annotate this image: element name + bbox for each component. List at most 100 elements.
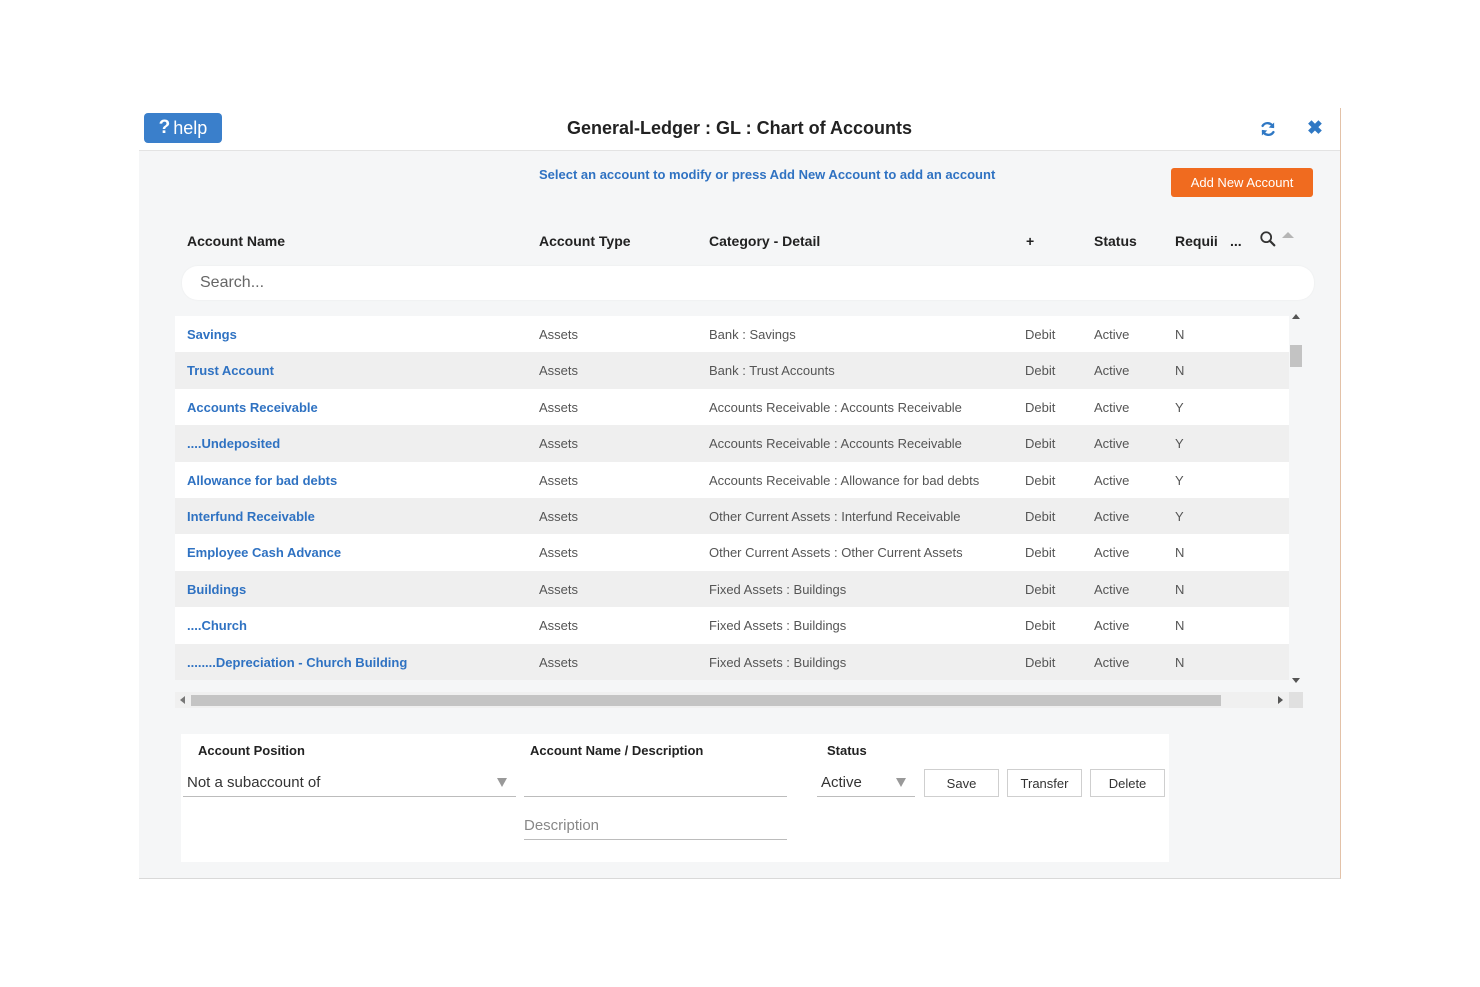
scroll-right-icon[interactable] (1278, 696, 1283, 704)
table-row[interactable]: ....Church Assets Fixed Assets : Buildings… (175, 607, 1289, 644)
column-header-required[interactable]: Requii (1175, 233, 1217, 249)
account-name-cell[interactable]: Accounts Receivable (187, 400, 318, 415)
account-name-label: Account Name / Description (530, 743, 704, 758)
account-name-cell[interactable]: Interfund Receivable (187, 509, 315, 524)
account-position-select[interactable]: Not a subaccount of (183, 768, 516, 797)
status-select[interactable]: Active (817, 768, 915, 797)
vertical-scroll-thumb[interactable] (1290, 345, 1302, 367)
balance-type-cell: Debit (1025, 581, 1056, 597)
account-name-cell[interactable]: ....Undeposited (187, 436, 280, 451)
search-input[interactable] (182, 266, 1314, 300)
account-type-cell: Assets (539, 436, 579, 452)
status-cell: Active (1094, 472, 1130, 488)
account-type-cell: Assets (539, 399, 579, 415)
vertical-scrollbar[interactable] (1289, 312, 1303, 684)
scrollbar-corner (1289, 692, 1303, 708)
balance-type-cell: Debit (1025, 654, 1056, 670)
save-button[interactable]: Save (924, 769, 999, 797)
status-cell: Active (1094, 399, 1130, 415)
close-icon[interactable]: ✖ (1307, 119, 1323, 139)
column-header-account-name[interactable]: Account Name (187, 233, 285, 249)
transfer-button[interactable]: Transfer (1007, 769, 1082, 797)
status-value: Active (821, 774, 862, 791)
status-cell: Active (1094, 581, 1130, 597)
dropdown-arrow-icon (497, 778, 507, 787)
balance-type-cell: Debit (1025, 472, 1056, 488)
sort-caret-icon[interactable] (1282, 232, 1294, 238)
dropdown-arrow-icon (896, 778, 906, 787)
description-input[interactable] (524, 811, 787, 840)
column-header-category-detail[interactable]: Category - Detail (709, 233, 820, 249)
balance-type-cell: Debit (1025, 399, 1056, 415)
balance-type-cell: Debit (1025, 436, 1056, 452)
table-row[interactable]: ........Depreciation - Church Building As… (175, 643, 1289, 680)
balance-type-cell: Debit (1025, 545, 1056, 561)
instruction-text: Select an account to modify or press Add… (539, 167, 996, 182)
chart-of-accounts-window: ? help General-Ledger : GL : Chart of Ac… (139, 108, 1341, 879)
table-row[interactable]: Buildings Assets Fixed Assets : Buildings D… (175, 570, 1289, 608)
required-cell: N (1175, 618, 1185, 634)
account-name-cell[interactable]: Savings (187, 327, 237, 342)
table-row[interactable]: ....Undeposited Assets Accounts Receivable… (175, 425, 1289, 462)
account-name-cell[interactable]: ....Church (187, 618, 247, 633)
column-menu-button[interactable]: ... (1230, 233, 1242, 249)
status-cell: Active (1094, 618, 1130, 634)
table-row[interactable]: Trust Account Assets Bank : Trust Accounts… (175, 352, 1289, 389)
balance-type-cell: Debit (1025, 508, 1056, 524)
category-detail-cell: Bank : Trust Accounts (709, 363, 835, 379)
category-detail-cell: Fixed Assets : Buildings (709, 654, 847, 670)
table-row[interactable]: Employee Cash Advance Assets Other Current… (175, 534, 1289, 571)
scroll-up-icon[interactable] (1292, 314, 1300, 319)
column-header-status[interactable]: Status (1094, 233, 1137, 249)
horizontal-scrollbar[interactable] (175, 692, 1303, 708)
account-type-cell: Assets (539, 363, 579, 379)
required-cell: Y (1175, 508, 1184, 524)
required-cell: Y (1175, 399, 1184, 415)
account-name-cell[interactable]: Buildings (187, 582, 246, 597)
status-cell: Active (1094, 436, 1130, 452)
column-header-account-type[interactable]: Account Type (539, 233, 631, 249)
required-cell: Y (1175, 436, 1184, 452)
account-name-cell[interactable]: Allowance for bad debts (187, 473, 337, 488)
scroll-left-icon[interactable] (180, 696, 185, 704)
column-header-plus[interactable]: + (1026, 233, 1034, 249)
accounts-table: Savings Assets Bank : Savings Debit Active N T… (175, 316, 1289, 680)
account-type-cell: Assets (539, 545, 579, 561)
title-bar: ? help General-Ledger : GL : Chart of Ac… (139, 108, 1340, 151)
account-position-value: Not a subaccount of (187, 774, 321, 791)
category-detail-cell: Fixed Assets : Buildings (709, 618, 847, 634)
category-detail-cell: Accounts Receivable : Allowance for bad … (709, 472, 980, 488)
category-detail-cell: Other Current Assets : Other Current Ass… (709, 545, 963, 561)
account-type-cell: Assets (539, 654, 579, 670)
scroll-down-icon[interactable] (1292, 678, 1300, 683)
status-cell: Active (1094, 508, 1130, 524)
balance-type-cell: Debit (1025, 363, 1056, 379)
add-new-account-button[interactable]: Add New Account (1171, 168, 1313, 197)
status-cell: Active (1094, 654, 1130, 670)
status-cell: Active (1094, 327, 1130, 342)
search-icon[interactable] (1259, 230, 1277, 248)
grid-header: Account Name Account Type Category - Det… (175, 221, 1305, 261)
account-name-input[interactable] (524, 768, 787, 797)
category-detail-cell: Accounts Receivable : Accounts Receivabl… (709, 399, 962, 415)
balance-type-cell: Debit (1025, 327, 1056, 342)
refresh-icon[interactable] (1259, 120, 1277, 138)
status-cell: Active (1094, 363, 1130, 379)
table-row[interactable]: Savings Assets Bank : Savings Debit Active N (175, 316, 1289, 353)
required-cell: N (1175, 545, 1185, 561)
account-type-cell: Assets (539, 472, 579, 488)
category-detail-cell: Accounts Receivable : Accounts Receivabl… (709, 436, 962, 452)
required-cell: N (1175, 654, 1185, 670)
table-row[interactable]: Allowance for bad debts Assets Accounts Re… (175, 461, 1289, 498)
table-row[interactable]: Interfund Receivable Assets Other Current … (175, 497, 1289, 535)
account-name-cell[interactable]: ........Depreciation - Church Building (187, 655, 407, 670)
delete-button[interactable]: Delete (1090, 769, 1165, 797)
horizontal-scroll-thumb[interactable] (191, 695, 1221, 706)
required-cell: N (1175, 363, 1185, 379)
window-title: General-Ledger : GL : Chart of Accounts (566, 118, 913, 138)
status-label: Status (827, 743, 867, 758)
table-row[interactable]: Accounts Receivable Assets Accounts Receiv… (175, 388, 1289, 426)
account-name-cell[interactable]: Trust Account (187, 363, 274, 378)
category-detail-cell: Bank : Savings (709, 327, 796, 342)
account-name-cell[interactable]: Employee Cash Advance (187, 545, 341, 560)
